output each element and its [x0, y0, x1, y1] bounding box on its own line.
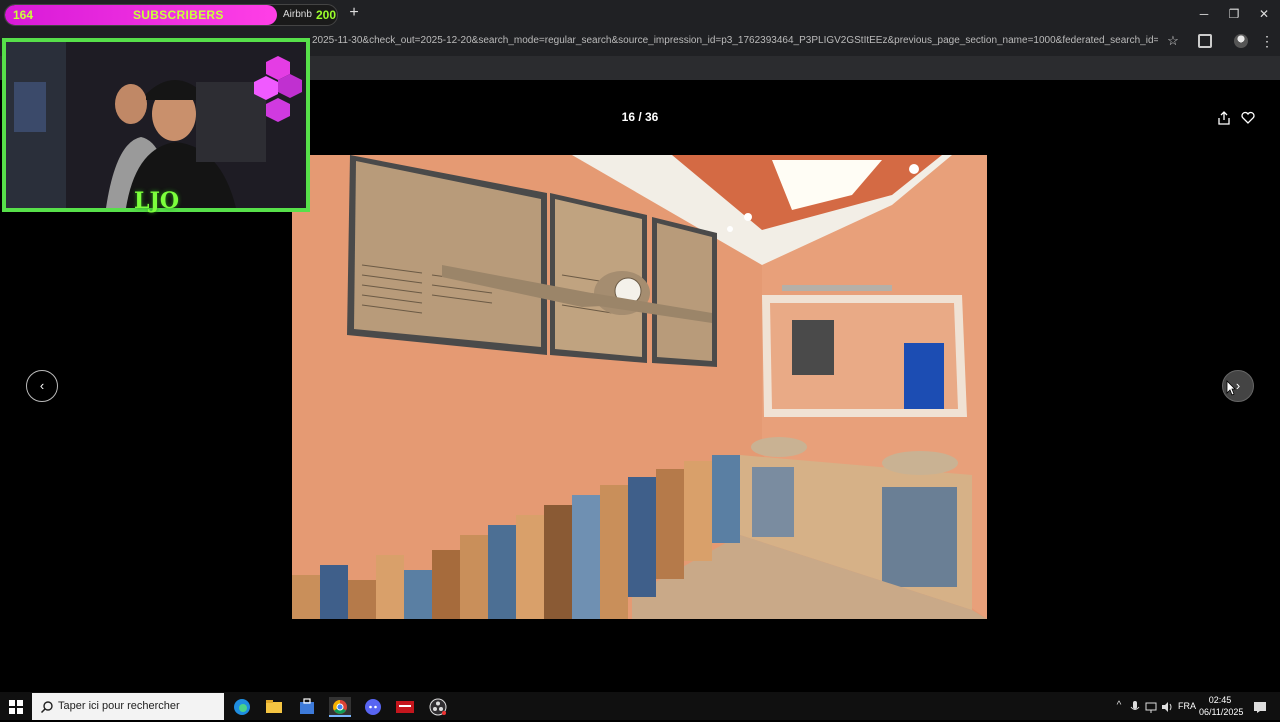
heart-icon[interactable]: [1240, 110, 1256, 126]
subscriber-count: 164: [13, 8, 34, 22]
microphone-icon[interactable]: [1128, 700, 1142, 714]
close-button[interactable]: ✕: [1252, 4, 1276, 24]
webcam-overlay: [2, 38, 310, 212]
new-tab-button[interactable]: +: [345, 4, 363, 22]
restore-button[interactable]: ❐: [1222, 4, 1246, 24]
language-indicator[interactable]: FRA: [1178, 701, 1196, 711]
search-icon: [40, 700, 54, 714]
minimize-button[interactable]: ─: [1192, 4, 1216, 24]
clock-time[interactable]: 02:45: [1203, 695, 1237, 705]
photo-counter: 16 / 36: [621, 110, 659, 124]
file-explorer-icon[interactable]: [263, 697, 285, 717]
tab-title[interactable]: Airbnb: [283, 9, 312, 20]
subscriber-goal-tab[interactable]: 164 SUBSCRIBERS Airbnb 200: [4, 4, 338, 26]
profile-avatar[interactable]: [1234, 34, 1248, 48]
address-bar[interactable]: 2025-11-30&check_out=2025-12-20&search_m…: [230, 30, 1190, 54]
obs-icon[interactable]: [427, 697, 449, 717]
tray-chevron-icon[interactable]: ^: [1112, 700, 1126, 714]
discord-icon[interactable]: [362, 697, 384, 717]
extensions-icon[interactable]: [1198, 34, 1212, 48]
subscriber-label: SUBSCRIBERS: [133, 8, 224, 22]
share-icon[interactable]: [1216, 110, 1232, 126]
chrome-icon[interactable]: [329, 697, 351, 717]
network-icon[interactable]: [1144, 700, 1158, 714]
clock-date[interactable]: 06/11/2025: [1199, 707, 1243, 717]
previous-photo-button[interactable]: ‹: [26, 370, 58, 402]
url-text[interactable]: 2025-11-30&check_out=2025-12-20&search_m…: [312, 35, 1158, 46]
notifications-icon[interactable]: [1253, 700, 1267, 714]
subscriber-goal: 200: [316, 8, 337, 22]
mouse-cursor-icon: [1226, 380, 1236, 396]
bookmark-star-icon[interactable]: ☆: [1165, 33, 1181, 51]
windows-start-icon[interactable]: [9, 700, 23, 714]
browser-menu-icon[interactable]: ⋮: [1260, 33, 1274, 51]
volume-icon[interactable]: [1160, 700, 1174, 714]
listing-photo: [292, 155, 987, 619]
store-icon[interactable]: [296, 697, 318, 717]
edge-icon[interactable]: [231, 697, 253, 717]
search-placeholder[interactable]: Taper ici pour rechercher: [58, 700, 180, 712]
voicemod-icon[interactable]: [394, 697, 416, 717]
streamer-logo: LJO: [134, 188, 180, 214]
